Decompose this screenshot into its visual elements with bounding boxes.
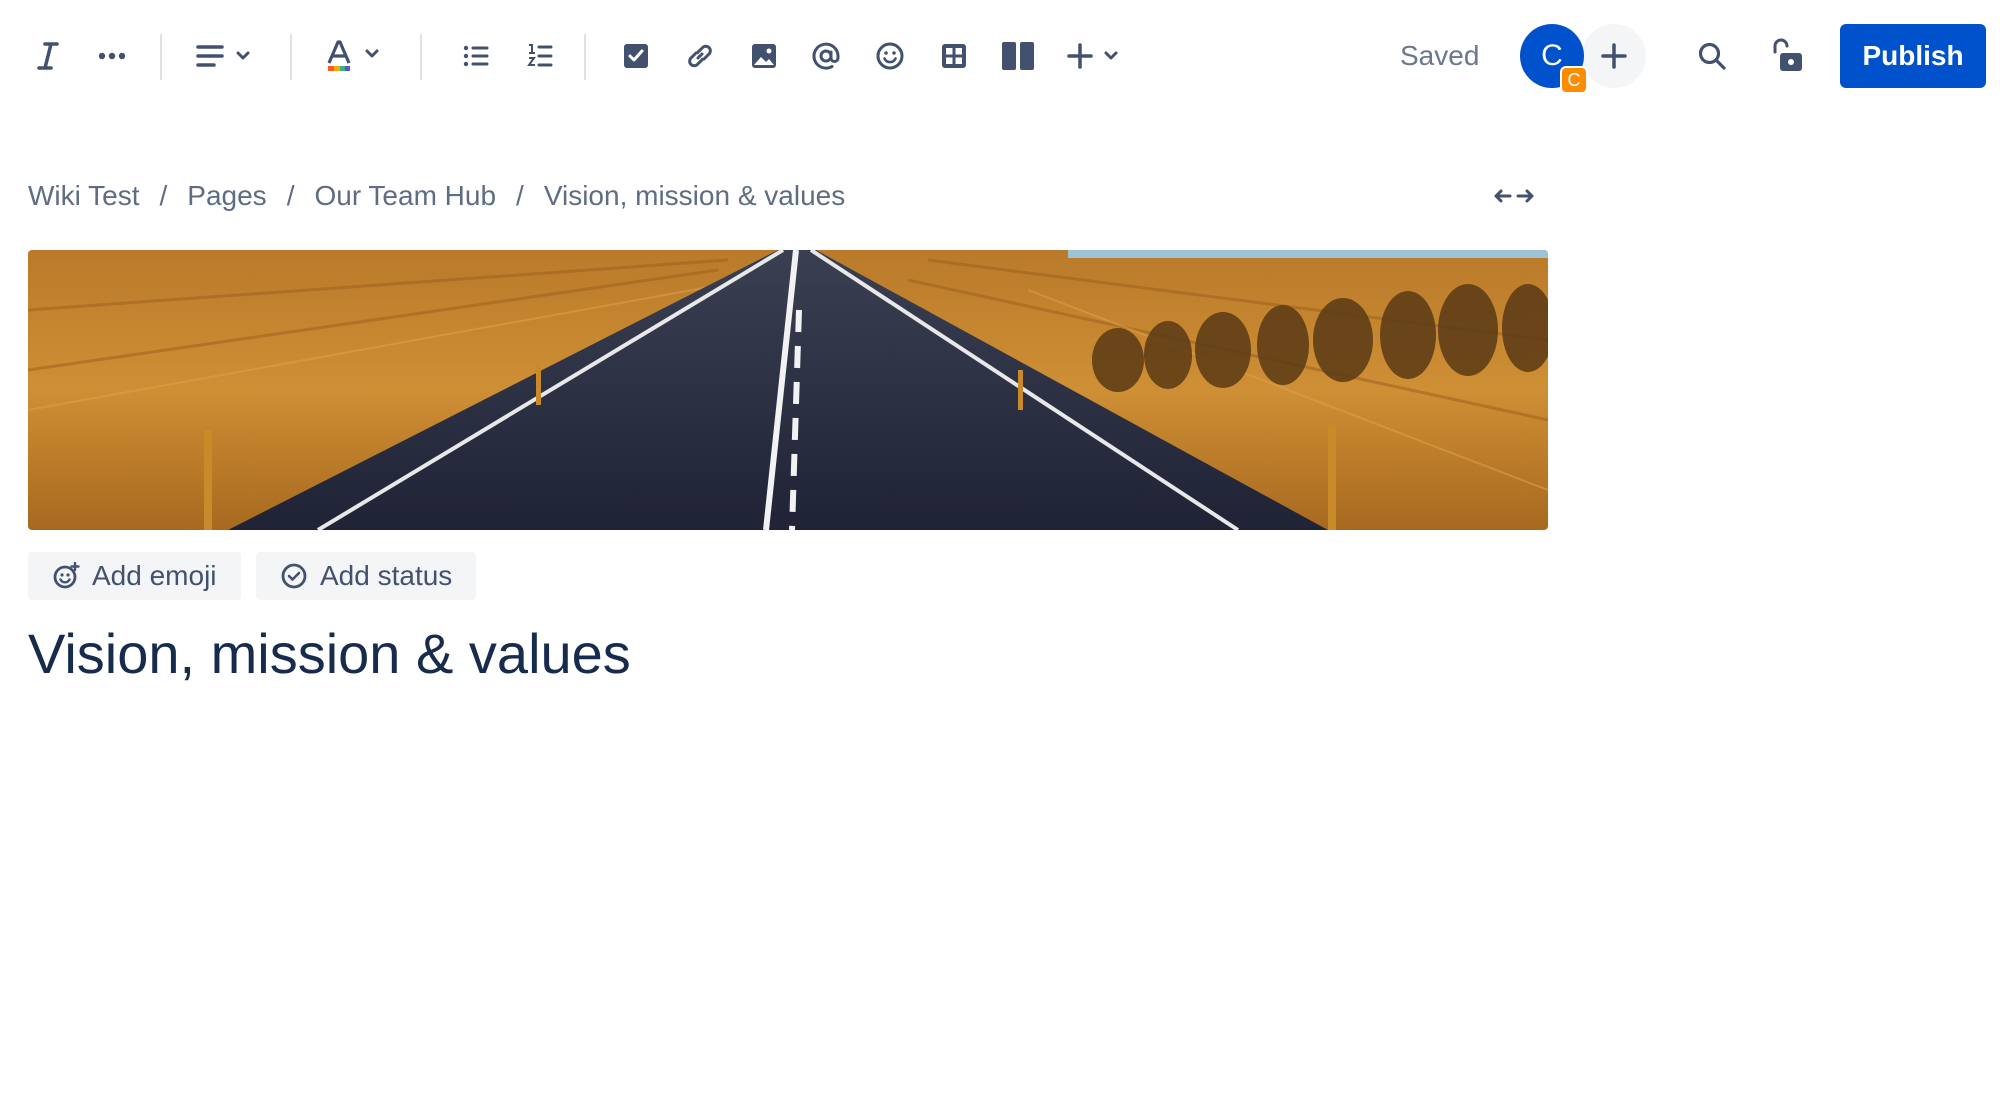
link-icon <box>688 44 712 68</box>
add-emoji-button[interactable]: Add emoji <box>28 552 241 600</box>
editor-toolbar: Saved C C Publish <box>0 0 2000 112</box>
action-item-button[interactable] <box>616 30 656 82</box>
text-color-dropdown[interactable] <box>324 30 384 82</box>
breadcrumb-item-current[interactable]: Vision, mission & values <box>544 180 845 212</box>
toolbar-divider <box>584 34 586 80</box>
status-check-icon <box>281 563 307 589</box>
table-icon <box>942 44 966 68</box>
restrictions-button[interactable] <box>1766 30 1810 82</box>
more-icon <box>98 52 126 60</box>
layouts-button[interactable] <box>996 30 1040 82</box>
add-status-label: Add status <box>320 560 453 591</box>
breadcrumb-separator: / <box>159 180 168 211</box>
italic-button[interactable] <box>28 30 68 82</box>
link-button[interactable] <box>680 30 720 82</box>
table-button[interactable] <box>934 30 974 82</box>
add-emoji-label: Add emoji <box>92 560 217 591</box>
insert-dropdown[interactable] <box>1064 30 1124 82</box>
full-width-toggle[interactable] <box>1492 180 1536 212</box>
layouts-icon <box>1002 42 1034 70</box>
numbered-list-button[interactable] <box>520 30 560 82</box>
road-landscape-image <box>28 250 1548 530</box>
image-button[interactable] <box>744 30 784 82</box>
italic-icon <box>37 42 59 70</box>
task-icon <box>624 44 648 68</box>
numbered-list-icon <box>527 44 553 67</box>
emoji-button[interactable] <box>870 30 910 82</box>
text-color-icon <box>327 40 379 71</box>
find-replace-button[interactable] <box>1690 30 1734 82</box>
search-icon <box>1698 42 1726 70</box>
align-icon <box>196 45 250 67</box>
toolbar-divider <box>160 34 162 80</box>
avatar-initial: C <box>1541 39 1563 72</box>
toolbar-divider <box>420 34 422 80</box>
breadcrumb-separator: / <box>286 180 295 211</box>
emoji-add-icon <box>53 562 80 589</box>
publish-button[interactable]: Publish <box>1840 24 1986 88</box>
emoji-icon <box>876 42 904 70</box>
unlock-icon <box>1773 38 1802 71</box>
breadcrumb-item-parent[interactable]: Our Team Hub <box>314 180 496 212</box>
breadcrumb: Wiki Test / Pages / Our Team Hub / Visio… <box>28 176 845 216</box>
avatar-badge: C <box>1560 66 1588 94</box>
breadcrumb-item-space[interactable]: Wiki Test <box>28 180 140 212</box>
invite-button[interactable] <box>1582 24 1646 88</box>
breadcrumb-separator: / <box>516 180 524 211</box>
mention-icon <box>812 42 840 70</box>
alignment-dropdown[interactable] <box>194 30 254 82</box>
bullet-list-button[interactable] <box>456 30 496 82</box>
mention-button[interactable] <box>806 30 846 82</box>
cover-image[interactable] <box>28 250 1548 530</box>
image-icon <box>752 44 776 68</box>
page-title[interactable]: Vision, mission & values <box>28 618 631 690</box>
save-status: Saved <box>1400 40 1480 71</box>
breadcrumb-item-pages[interactable]: Pages <box>187 180 266 212</box>
bullet-list-icon <box>463 45 489 67</box>
toolbar-divider <box>290 34 292 80</box>
expand-width-icon <box>1494 189 1534 203</box>
add-status-button[interactable]: Add status <box>256 552 477 600</box>
more-formatting-button[interactable] <box>92 30 132 82</box>
plus-icon <box>1601 43 1627 69</box>
insert-icon <box>1067 43 1118 69</box>
